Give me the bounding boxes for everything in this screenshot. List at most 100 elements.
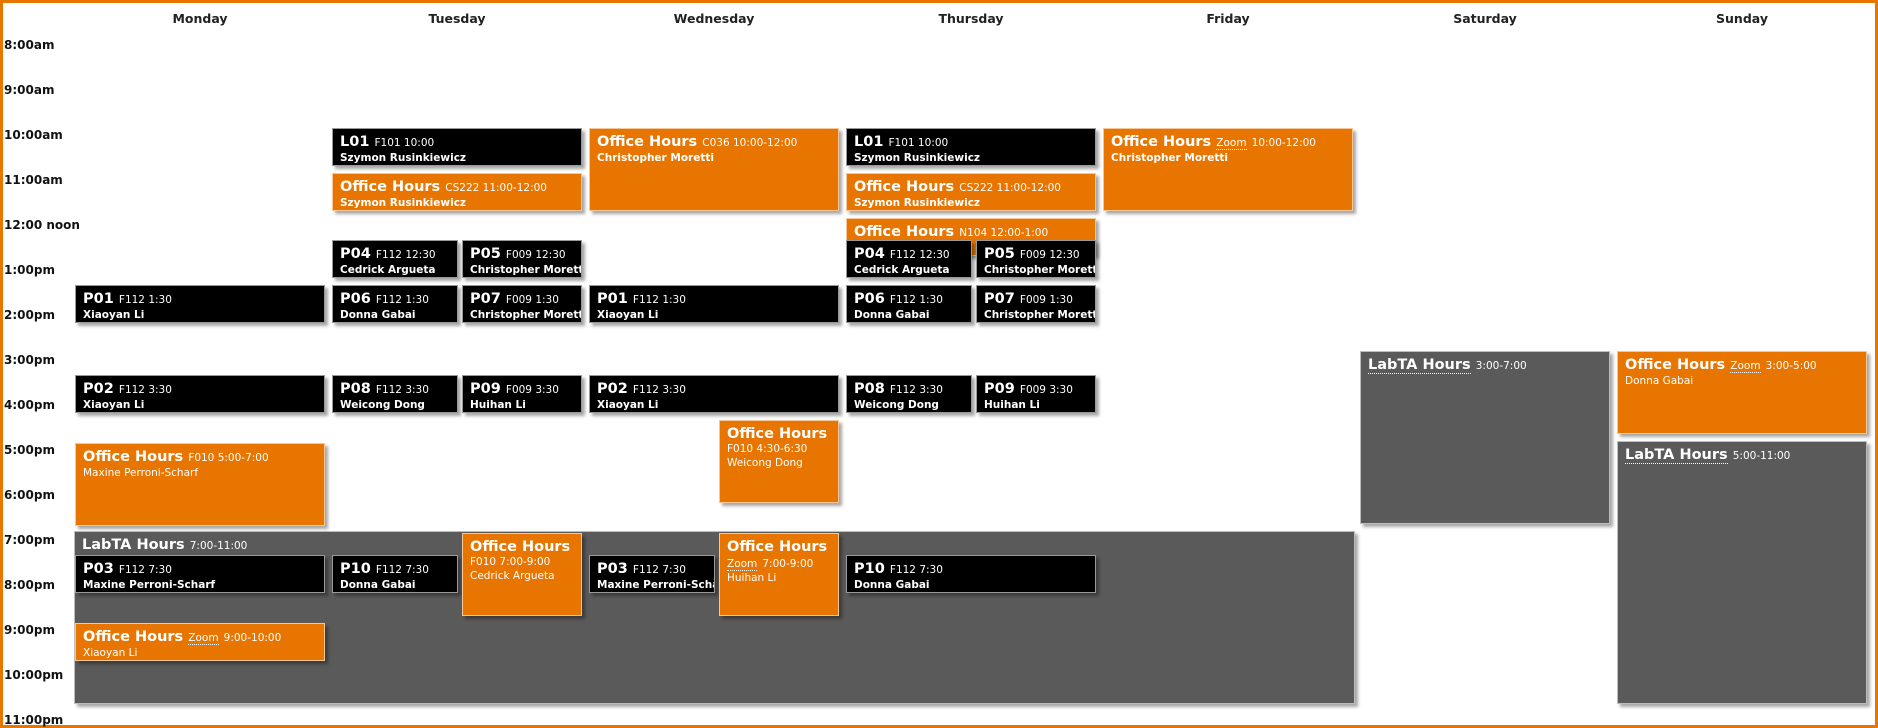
event-title: P06: [340, 291, 371, 307]
event-title: P10: [854, 561, 885, 577]
day-header-thursday: Thursday: [938, 11, 1004, 26]
precept-p08-tuesday[interactable]: P08 F112 3:30 Weicong Dong: [332, 375, 458, 413]
precept-p03-wednesday[interactable]: P03 F112 7:30 Maxine Perroni-Scharf: [589, 555, 715, 593]
event-location: F101 10:00: [888, 137, 949, 149]
office-hours-sunday-zoom[interactable]: Office Hours Zoom 3:00-5:00 Donna Gabai: [1617, 351, 1867, 434]
event-title: P09: [984, 381, 1015, 397]
precept-p02-wednesday[interactable]: P02 F112 3:30 Xiaoyan Li: [589, 375, 839, 413]
precept-p06-tuesday[interactable]: P06 F112 1:30 Donna Gabai: [332, 285, 458, 323]
event-person: Christopher Moretti: [470, 309, 582, 321]
precept-p04-tuesday[interactable]: P04 F112 12:30 Cedrick Argueta: [332, 240, 458, 278]
precept-p10-tuesday[interactable]: P10 F112 7:30 Donna Gabai: [332, 555, 458, 593]
time-label: 7:00pm: [4, 533, 55, 547]
time-label: 4:00pm: [4, 398, 55, 412]
precept-p10-thursday[interactable]: P10 F112 7:30 Donna Gabai: [846, 555, 1096, 593]
event-location: F009 1:30: [1019, 294, 1073, 306]
office-hours-monday-zoom[interactable]: Office Hours Zoom 9:00-10:00 Xiaoyan Li: [75, 623, 325, 661]
event-title: Office Hours: [854, 224, 955, 240]
event-location: N104 12:00-1:00: [959, 227, 1049, 239]
event-location: F112 12:30: [375, 249, 436, 261]
event-title: P04: [854, 246, 885, 262]
precept-p01-monday[interactable]: P01 F112 1:30 Xiaoyan Li: [75, 285, 325, 323]
office-hours-thursday-cs222[interactable]: Office Hours CS222 11:00-12:00 Szymon Ru…: [846, 173, 1096, 211]
precept-p05-thursday[interactable]: P05 F009 12:30 Christopher Moretti: [976, 240, 1096, 278]
event-person: Szymon Rusinkiewicz: [854, 197, 981, 209]
event-time: 3:00-7:00: [1475, 360, 1527, 372]
time-label: 9:00am: [4, 83, 55, 97]
time-label: 11:00pm: [4, 713, 64, 727]
event-person: Christopher Moretti: [984, 309, 1096, 321]
office-hours-friday-zoom[interactable]: Office Hours Zoom 10:00-12:00 Christophe…: [1103, 128, 1353, 211]
event-title: P07: [470, 291, 501, 307]
office-hours-tuesday-cs222[interactable]: Office Hours CS222 11:00-12:00 Szymon Ru…: [332, 173, 582, 211]
precept-p05-tuesday[interactable]: P05 F009 12:30 Christopher Moretti: [462, 240, 582, 278]
lecture-l01-tuesday[interactable]: L01 F101 10:00 Szymon Rusinkiewicz: [332, 128, 582, 166]
event-location: F010 7:00-9:00: [470, 556, 551, 568]
event-person: Szymon Rusinkiewicz: [340, 197, 467, 209]
precept-p08-thursday[interactable]: P08 F112 3:30 Weicong Dong: [846, 375, 972, 413]
labta-hours-sunday[interactable]: LabTA Hours 5:00-11:00: [1617, 441, 1867, 704]
office-hours-tuesday-f010[interactable]: Office Hours F010 7:00-9:00 Cedrick Argu…: [462, 533, 582, 616]
event-location: CS222 11:00-12:00: [959, 182, 1061, 194]
event-title: P10: [340, 561, 371, 577]
precept-p02-monday[interactable]: P02 F112 3:30 Xiaoyan Li: [75, 375, 325, 413]
event-location[interactable]: Zoom: [1216, 137, 1247, 150]
event-time: 3:00-5:00: [1765, 360, 1817, 372]
event-title: P05: [984, 246, 1015, 262]
precept-p09-tuesday[interactable]: P09 F009 3:30 Huihan Li: [462, 375, 582, 413]
precept-p03-monday[interactable]: P03 F112 7:30 Maxine Perroni-Scharf: [75, 555, 325, 593]
event-location: F112 1:30: [118, 294, 172, 306]
event-person: Donna Gabai: [854, 579, 930, 591]
office-hours-wednesday-c036[interactable]: Office Hours C036 10:00-12:00 Christophe…: [589, 128, 839, 211]
event-title: Office Hours: [83, 629, 184, 645]
event-person: Weicong Dong: [854, 399, 939, 411]
event-title: P02: [83, 381, 114, 397]
event-title: L01: [340, 134, 370, 150]
precept-p01-wednesday[interactable]: P01 F112 1:30 Xiaoyan Li: [589, 285, 839, 323]
event-person: Donna Gabai: [340, 579, 416, 591]
event-time: 7:00-11:00: [189, 540, 248, 552]
event-person: Xiaoyan Li: [597, 309, 659, 321]
event-title[interactable]: LabTA Hours: [1625, 447, 1728, 464]
event-person: Huihan Li: [727, 572, 777, 584]
event-location: F112 1:30: [375, 294, 429, 306]
event-title: P05: [470, 246, 501, 262]
event-title: P06: [854, 291, 885, 307]
event-location: F112 3:30: [889, 384, 943, 396]
event-person: Donna Gabai: [854, 309, 930, 321]
precept-p07-tuesday[interactable]: P07 F009 1:30 Christopher Moretti: [462, 285, 582, 323]
precept-p09-thursday[interactable]: P09 F009 3:30 Huihan Li: [976, 375, 1096, 413]
event-location: F112 3:30: [632, 384, 686, 396]
precept-p07-thursday[interactable]: P07 F009 1:30 Christopher Moretti: [976, 285, 1096, 323]
event-location[interactable]: Zoom: [1730, 360, 1761, 373]
event-location: C036 10:00-12:00: [702, 137, 798, 149]
time-label: 8:00am: [4, 38, 55, 52]
event-title[interactable]: LabTA Hours: [1368, 357, 1471, 374]
time-label: 10:00am: [4, 128, 63, 142]
office-hours-wednesday-f010[interactable]: Office Hours F010 4:30-6:30 Weicong Dong: [719, 420, 839, 503]
day-header-wednesday: Wednesday: [673, 11, 755, 26]
office-hours-wednesday-zoom[interactable]: Office Hours Zoom 7:00-9:00 Huihan Li: [719, 533, 839, 616]
event-time: 9:00-10:00: [223, 632, 282, 644]
event-location: F112 7:30: [375, 564, 429, 576]
office-hours-monday-f010[interactable]: Office Hours F010 5:00-7:00 Maxine Perro…: [75, 443, 325, 526]
event-time: 10:00-12:00: [1251, 137, 1316, 149]
event-location: F009 3:30: [505, 384, 559, 396]
event-person: Xiaoyan Li: [83, 647, 138, 659]
event-location[interactable]: Zoom: [188, 632, 219, 645]
event-title: Office Hours: [83, 449, 184, 465]
lecture-l01-thursday[interactable]: L01 F101 10:00 Szymon Rusinkiewicz: [846, 128, 1096, 166]
time-label: 3:00pm: [4, 353, 55, 367]
event-title: Office Hours: [1625, 357, 1726, 373]
event-person: Maxine Perroni-Scharf: [597, 579, 714, 591]
precept-p04-thursday[interactable]: P04 F112 12:30 Cedrick Argueta: [846, 240, 972, 278]
labta-hours-saturday[interactable]: LabTA Hours 3:00-7:00: [1360, 351, 1610, 524]
event-location[interactable]: Zoom: [727, 558, 758, 571]
time-label: 2:00pm: [4, 308, 55, 322]
event-person: Szymon Rusinkiewicz: [854, 152, 981, 164]
time-label: 8:00pm: [4, 578, 55, 592]
time-label: 12:00 noon: [4, 218, 80, 232]
event-location: F009 12:30: [505, 249, 566, 261]
event-location: F112 7:30: [889, 564, 943, 576]
precept-p06-thursday[interactable]: P06 F112 1:30 Donna Gabai: [846, 285, 972, 323]
